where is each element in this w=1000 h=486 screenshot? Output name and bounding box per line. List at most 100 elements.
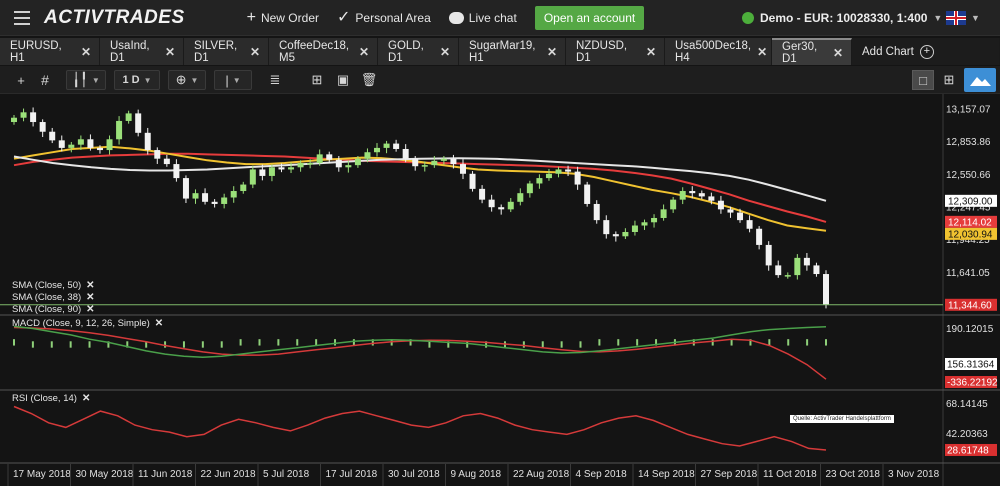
- account-selector[interactable]: Demo - EUR: 10028330, 1:400 ▼: [742, 11, 942, 25]
- candle-body: [249, 169, 256, 185]
- candle-body: [202, 193, 209, 202]
- ger30-chart[interactable]: 13,157.0712,853.8612,550.6612,247.4511,9…: [0, 94, 1000, 486]
- candle-body: [421, 165, 428, 167]
- candle-body: [746, 220, 753, 229]
- close-icon[interactable]: ✕: [81, 45, 91, 59]
- x-tick-label: 4 Sep 2018: [576, 469, 628, 480]
- price-badge-label: 12,030.94: [948, 229, 993, 240]
- drawing-tools-dropdown[interactable]: | ▼: [214, 70, 252, 90]
- candle-body: [498, 207, 505, 210]
- tab-silver[interactable]: SILVER, D1 ✕: [184, 38, 269, 65]
- uk-flag-icon[interactable]: [946, 11, 966, 25]
- mountain-icon: [970, 77, 991, 86]
- tab-gold[interactable]: GOLD, D1 ✕: [378, 38, 459, 65]
- grid-icon[interactable]: #: [34, 70, 56, 90]
- add-chart-button[interactable]: Add Chart +: [852, 38, 1000, 65]
- trash-icon[interactable]: 🗑: [358, 70, 380, 90]
- close-icon[interactable]: ✕: [155, 318, 163, 329]
- tab-usaind[interactable]: UsaInd, D1 ✕: [100, 38, 184, 65]
- candle-body: [794, 257, 801, 276]
- candle-body: [96, 147, 103, 151]
- grid-layout-icon[interactable]: ⊞: [938, 70, 960, 90]
- timeframe-dropdown[interactable]: 1 D ▼: [114, 70, 160, 90]
- close-icon[interactable]: ✕: [646, 45, 656, 59]
- chart-type-dropdown[interactable]: ╽╿ ▼: [66, 70, 106, 90]
- candle-body: [459, 164, 466, 174]
- tab-usa500[interactable]: Usa500Dec18, H4 ✕: [665, 38, 772, 65]
- close-icon[interactable]: ✕: [165, 45, 175, 59]
- candle-body: [11, 117, 17, 123]
- account-label: Demo - EUR: 10028330, 1:400: [760, 11, 928, 25]
- new-order-button[interactable]: + New Order: [247, 9, 319, 26]
- close-icon[interactable]: ✕: [82, 393, 90, 404]
- chat-icon: [448, 11, 464, 24]
- chevron-down-icon[interactable]: ▼: [971, 13, 980, 23]
- tab-coffee[interactable]: CoffeeDec18, M5 ✕: [269, 38, 378, 65]
- add-chart-label: Add Chart: [862, 45, 914, 58]
- candle-body: [698, 193, 705, 197]
- candle-body: [77, 139, 84, 145]
- tab-sugar[interactable]: SugarMar19, H1 ✕: [459, 38, 566, 65]
- trading-view-icon[interactable]: [964, 68, 996, 92]
- live-chat-button[interactable]: Live chat: [448, 11, 517, 25]
- candle-body: [106, 139, 113, 151]
- chart-toolbar: + # ╽╿ ▼ 1 D ▼ ⊕ ▼ | ▼ ≣ ⊞ ▣ 🗑 □ ⊞: [0, 66, 1000, 94]
- image-export-icon[interactable]: ▣: [332, 70, 354, 90]
- crosshair-icon[interactable]: +: [10, 70, 32, 90]
- candle-body: [612, 234, 619, 237]
- candle-body: [574, 171, 581, 185]
- candle-body: [775, 265, 782, 276]
- top-nav: + New Order ✓ Personal Area Live chat Op…: [247, 5, 645, 30]
- candle-body: [603, 220, 610, 235]
- price-tick-label: 13,157.07: [946, 104, 991, 115]
- x-tick-label: 3 Nov 2018: [888, 469, 940, 480]
- close-icon[interactable]: ✕: [547, 45, 557, 59]
- rsi-legend: RSI (Close, 14) ✕: [12, 393, 90, 404]
- candle-body: [507, 201, 514, 210]
- candle-body: [268, 167, 275, 176]
- candle-body: [316, 154, 323, 163]
- candle-body: [383, 143, 390, 148]
- candle-body: [803, 257, 810, 266]
- add-indicator-icon: ⊕: [175, 72, 187, 87]
- x-tick-label: 22 Jun 2018: [201, 469, 256, 480]
- personal-area-button[interactable]: ✓ Personal Area: [337, 9, 431, 26]
- candle-body: [278, 167, 285, 170]
- candle-body: [479, 188, 486, 200]
- x-tick-label: 17 Jul 2018: [326, 469, 378, 480]
- close-icon[interactable]: ✕: [86, 304, 94, 315]
- candle-body: [230, 191, 237, 198]
- close-icon[interactable]: ✕: [757, 45, 767, 59]
- tab-ger30[interactable]: Ger30, D1 ✕: [772, 38, 852, 65]
- close-icon[interactable]: ✕: [250, 45, 260, 59]
- single-layout-icon[interactable]: □: [912, 70, 934, 90]
- price-badge-label: 12,114.02: [948, 217, 992, 228]
- close-icon[interactable]: ✕: [440, 45, 450, 59]
- candle-body: [440, 158, 447, 161]
- candle-body: [393, 143, 400, 149]
- tab-eurusd[interactable]: EURUSD, H1 ✕: [0, 38, 100, 65]
- candle-body: [335, 159, 342, 168]
- candle-body: [211, 201, 218, 204]
- tab-nzdusd[interactable]: NZDUSD, D1 ✕: [566, 38, 665, 65]
- close-icon[interactable]: ✕: [86, 292, 94, 303]
- menu-icon[interactable]: [8, 0, 36, 36]
- tab-label: SILVER, D1: [194, 39, 238, 64]
- fibonacci-icon[interactable]: ≣: [264, 70, 286, 90]
- chevron-down-icon: ▼: [232, 75, 241, 85]
- line-tool-icon: |: [225, 72, 229, 88]
- candle-body: [288, 167, 295, 170]
- close-icon[interactable]: ✕: [833, 46, 843, 60]
- candle-body: [584, 184, 591, 204]
- indicators-dropdown[interactable]: ⊕ ▼: [168, 70, 206, 90]
- template-icon[interactable]: ⊞: [306, 70, 328, 90]
- chevron-down-icon: ▼: [933, 13, 943, 23]
- new-order-label: New Order: [260, 10, 319, 25]
- close-icon[interactable]: ✕: [359, 45, 369, 59]
- x-tick-label: 11 Oct 2018: [763, 469, 817, 480]
- close-icon[interactable]: ✕: [86, 280, 94, 291]
- chart-area[interactable]: 13,157.07 12,853.86 12,550.66 12,247.45 11,9…: [0, 94, 1000, 486]
- sma50-label: SMA (Close, 50): [12, 280, 82, 291]
- tab-label: NZDUSD, D1: [576, 39, 628, 64]
- open-account-button[interactable]: Open an account: [534, 5, 645, 30]
